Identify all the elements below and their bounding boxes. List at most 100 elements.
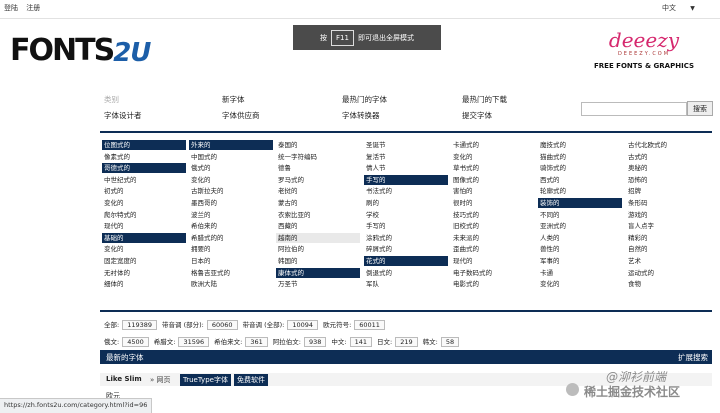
- category-link[interactable]: 外来的: [189, 140, 273, 150]
- login-link[interactable]: 登陆: [4, 4, 18, 12]
- category-link[interactable]: 轮廓式的: [540, 186, 566, 196]
- category-link[interactable]: 韩国的: [278, 256, 298, 266]
- search-button[interactable]: 搜索: [687, 101, 713, 116]
- category-link[interactable]: 技巧式的: [453, 210, 479, 220]
- category-link[interactable]: 旧校式的: [453, 221, 479, 231]
- category-link[interactable]: 中国式的: [191, 152, 217, 162]
- category-link[interactable]: 细体的: [104, 279, 124, 289]
- category-link[interactable]: 电影式的: [453, 279, 479, 289]
- category-link[interactable]: 图像式的: [453, 175, 479, 185]
- category-link[interactable]: 变化的: [453, 152, 473, 162]
- category-link[interactable]: 猫曲式的: [540, 152, 566, 162]
- category-link[interactable]: 军事的: [540, 256, 560, 266]
- category-link[interactable]: 西式的: [540, 175, 560, 185]
- category-link[interactable]: 无衬体的: [104, 268, 130, 278]
- category-link[interactable]: 精彩的: [628, 233, 648, 243]
- category-link[interactable]: 希腊式的的: [191, 233, 224, 243]
- deeezy-ad[interactable]: deeezy DEEEZY.COM FREE FONTS & GRAPHICS: [592, 30, 696, 70]
- category-link[interactable]: 卡通: [540, 268, 553, 278]
- category-link[interactable]: 艺术: [628, 256, 641, 266]
- category-link[interactable]: 变化的: [191, 175, 211, 185]
- category-link[interactable]: 德鲁: [278, 163, 291, 173]
- category-link[interactable]: 现代的: [104, 221, 124, 231]
- category-link[interactable]: 波兰的: [191, 210, 211, 220]
- category-link[interactable]: 不同的: [540, 210, 560, 220]
- extend-search-link[interactable]: 扩展搜索: [678, 352, 708, 363]
- category-link[interactable]: 书法式的: [366, 186, 392, 196]
- category-link[interactable]: 电子数码式的: [453, 268, 492, 278]
- category-link[interactable]: 装饰的: [538, 198, 622, 208]
- category-link[interactable]: 很时的: [453, 198, 473, 208]
- nav-submit-font[interactable]: 提交字体: [462, 110, 492, 121]
- category-link[interactable]: 越南的: [276, 232, 360, 243]
- nav-popular-downloads[interactable]: 最热门的下载: [462, 94, 507, 105]
- category-link[interactable]: 歪曲式的: [453, 244, 479, 254]
- category-link[interactable]: 欧洲大陆: [191, 279, 217, 289]
- category-link[interactable]: 运动式的: [628, 268, 654, 278]
- category-link[interactable]: 手写的: [366, 221, 386, 231]
- category-link[interactable]: 古式的: [628, 152, 648, 162]
- category-link[interactable]: 变化的: [540, 279, 560, 289]
- category-link[interactable]: 位图式的: [102, 140, 186, 150]
- category-link[interactable]: 自然的: [628, 244, 648, 254]
- language-selector[interactable]: 中文 ▼: [662, 3, 695, 13]
- category-link[interactable]: 阿拉伯的: [278, 244, 304, 254]
- category-link[interactable]: 变化的: [104, 198, 124, 208]
- category-link[interactable]: 西藏的: [278, 221, 298, 231]
- category-link[interactable]: 爬尔特式的: [104, 210, 137, 220]
- category-link[interactable]: 游戏的: [628, 210, 648, 220]
- category-link[interactable]: 希伯来的: [191, 221, 217, 231]
- category-link[interactable]: 学校: [366, 210, 379, 220]
- category-link[interactable]: 古斯拉夫的: [191, 186, 224, 196]
- category-link[interactable]: 衣索比亚的: [278, 210, 311, 220]
- category-link[interactable]: 拥要的: [191, 244, 211, 254]
- category-link[interactable]: 格鲁吉亚式的: [191, 268, 230, 278]
- nav-categories[interactable]: 类别: [104, 94, 119, 105]
- category-link[interactable]: 圣诞节: [366, 140, 386, 150]
- category-link[interactable]: 康体式的: [276, 267, 360, 278]
- category-link[interactable]: 中世纪式的: [104, 175, 137, 185]
- category-link[interactable]: 倒退式的: [366, 268, 392, 278]
- category-link[interactable]: 基础的: [102, 232, 186, 243]
- category-link[interactable]: 俄式的: [191, 163, 211, 173]
- nav-designers[interactable]: 字体设计者: [104, 110, 142, 121]
- category-link[interactable]: 日本的: [191, 256, 211, 266]
- category-link[interactable]: 亚洲式的: [540, 221, 566, 231]
- category-link[interactable]: 变化的: [104, 244, 124, 254]
- category-link[interactable]: 军队: [366, 279, 379, 289]
- category-link[interactable]: 刷的: [366, 198, 379, 208]
- category-link[interactable]: 奥秘的: [628, 163, 648, 173]
- category-link[interactable]: 初式的: [104, 186, 124, 196]
- category-link[interactable]: 花式的: [364, 256, 448, 266]
- category-link[interactable]: 盲人点字: [628, 221, 654, 231]
- category-link[interactable]: 恐怖的: [628, 175, 648, 185]
- site-logo[interactable]: FONTS 2U: [10, 33, 151, 68]
- category-link[interactable]: 未来派的: [453, 233, 479, 243]
- category-link[interactable]: 哥德式的: [102, 163, 186, 174]
- category-link[interactable]: 条形码: [628, 198, 648, 208]
- font-name-link[interactable]: Like Slim: [106, 375, 142, 383]
- category-link[interactable]: 古代北欧式的: [628, 140, 667, 150]
- nav-foundries[interactable]: 字体供应商: [222, 110, 260, 121]
- category-link[interactable]: 统一字符编码: [278, 152, 317, 162]
- category-link[interactable]: 蒙古的: [278, 198, 298, 208]
- category-link[interactable]: 泰国的: [278, 140, 298, 150]
- category-link[interactable]: 害怕的: [453, 186, 473, 196]
- category-link[interactable]: 招牌: [628, 186, 641, 196]
- category-link[interactable]: 现代的: [453, 256, 473, 266]
- category-link[interactable]: 骑饰式的: [540, 163, 566, 173]
- category-link[interactable]: 涂鸦式的: [366, 233, 392, 243]
- category-link[interactable]: 墨西哥的: [191, 198, 217, 208]
- category-link[interactable]: 罗马式的: [278, 175, 304, 185]
- search-input[interactable]: [581, 102, 687, 116]
- category-link[interactable]: 固定宽度的: [104, 256, 137, 266]
- category-link[interactable]: 像素式的: [104, 152, 130, 162]
- category-link[interactable]: 手写的: [364, 174, 448, 185]
- category-link[interactable]: 情人节: [366, 163, 386, 173]
- category-link[interactable]: 卡通式的: [453, 140, 479, 150]
- category-link[interactable]: 人类的: [540, 233, 560, 243]
- category-link[interactable]: 复活节: [366, 152, 386, 162]
- register-link[interactable]: 注册: [26, 4, 40, 12]
- category-link[interactable]: 兽性的: [540, 244, 560, 254]
- nav-new-fonts[interactable]: 新字体: [222, 94, 245, 105]
